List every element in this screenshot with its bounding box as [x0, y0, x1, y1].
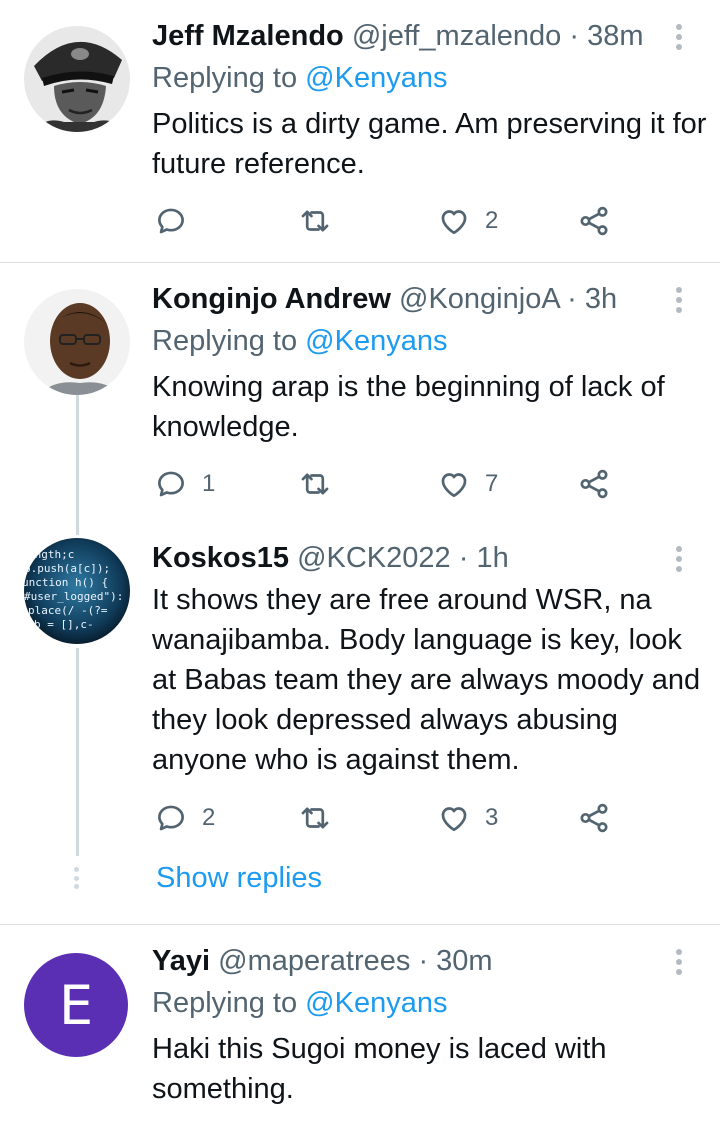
avatar-military-cap-portrait-icon: [24, 26, 130, 132]
share-button[interactable]: [577, 800, 611, 836]
tweet-header: Koskos15 @KCK2022 · 1h: [152, 540, 509, 576]
reply-count: 1: [202, 470, 216, 497]
author-handle[interactable]: @KCK2022: [297, 542, 451, 574]
retweet-icon: [298, 204, 332, 238]
more-icon[interactable]: [671, 947, 687, 977]
tweet-header: Jeff Mzalendo @jeff_mzalendo · 38m: [152, 18, 644, 54]
replying-to-label: Replying to: [152, 62, 306, 94]
reply-icon: [154, 801, 188, 835]
replying-to-mention[interactable]: @Kenyans: [305, 987, 447, 1019]
replying-to: Replying to @Kenyans: [152, 323, 447, 359]
tweet-header: Konginjo Andrew @KonginjoA · 3h: [152, 281, 617, 317]
tweet-actions: 2: [152, 203, 632, 239]
reply-icon: [154, 204, 188, 238]
share-icon: [577, 467, 611, 501]
like-icon: [437, 801, 471, 835]
share-icon: [577, 801, 611, 835]
like-button[interactable]: 7: [437, 466, 498, 502]
tweet[interactable]: ength;c b.push(a[c]); unction h() { #use…: [0, 526, 720, 924]
separator-dot: ·: [458, 542, 469, 574]
svg-text:ength;c: ength;c: [28, 548, 74, 561]
retweet-button[interactable]: [298, 466, 346, 502]
tweet[interactable]: Jeff Mzalendo @jeff_mzalendo · 38m Reply…: [0, 0, 720, 262]
timestamp[interactable]: 3h: [585, 283, 617, 315]
avatar[interactable]: E: [24, 953, 128, 1057]
svg-text:unction h() {: unction h() {: [24, 576, 108, 589]
reply-button[interactable]: 1: [154, 466, 215, 502]
tweet-text: Haki this Sugoi money is laced with some…: [152, 1033, 607, 1105]
like-count: 7: [485, 470, 499, 497]
like-button[interactable]: 2: [437, 203, 498, 239]
author-name[interactable]: Konginjo Andrew: [152, 283, 391, 315]
tweet[interactable]: E Yayi @maperatrees · 30m Replying to @K…: [0, 925, 720, 1130]
replying-to-mention[interactable]: @Kenyans: [305, 62, 447, 94]
avatar[interactable]: [24, 289, 130, 395]
more-icon[interactable]: [671, 22, 687, 52]
separator-dot: ·: [569, 20, 580, 52]
show-replies-link[interactable]: Show replies: [156, 860, 322, 896]
timestamp[interactable]: 38m: [587, 20, 643, 52]
share-button[interactable]: [577, 466, 611, 502]
avatar[interactable]: [24, 26, 130, 132]
more-icon[interactable]: [671, 544, 687, 574]
more-icon[interactable]: [671, 285, 687, 315]
svg-text:place(/ -(?=: place(/ -(?=: [28, 604, 108, 617]
avatar-letter: E: [58, 973, 94, 1037]
separator-dot: ·: [567, 283, 577, 315]
like-icon: [437, 467, 471, 501]
thread-connector-line: [76, 648, 79, 856]
replying-to-label: Replying to: [152, 325, 306, 357]
svg-text:b = [],c-: b = [],c-: [34, 618, 94, 631]
avatar-portrait-icon: [24, 289, 130, 395]
author-name[interactable]: Koskos15: [152, 542, 289, 574]
reply-button[interactable]: 2: [154, 800, 215, 836]
retweet-icon: [298, 467, 332, 501]
replying-to: Replying to @Kenyans: [152, 60, 447, 96]
author-handle[interactable]: @KonginjoA: [399, 283, 559, 315]
author-name[interactable]: Yayi: [152, 945, 210, 977]
like-count: 2: [485, 207, 499, 234]
like-icon: [437, 204, 471, 238]
replying-to-mention[interactable]: @Kenyans: [305, 325, 447, 357]
avatar[interactable]: ength;c b.push(a[c]); unction h() { #use…: [24, 538, 130, 644]
retweet-icon: [298, 801, 332, 835]
share-button[interactable]: [577, 203, 611, 239]
tweet-actions: 1 7: [152, 466, 632, 502]
author-name[interactable]: Jeff Mzalendo: [152, 20, 344, 52]
replying-to-label: Replying to: [152, 987, 306, 1019]
tweet-actions: 2 3: [152, 800, 632, 836]
author-handle[interactable]: @jeff_mzalendo: [352, 20, 561, 52]
reply-icon: [154, 467, 188, 501]
reply-count: 2: [202, 804, 216, 831]
author-handle[interactable]: @maperatrees: [218, 945, 410, 977]
like-button[interactable]: 3: [437, 800, 498, 836]
replying-to: Replying to @Kenyans: [152, 985, 447, 1021]
thread-more-dots: [74, 867, 80, 889]
retweet-button[interactable]: [298, 800, 346, 836]
svg-text:#user_logged"):: #user_logged"):: [24, 590, 123, 603]
tweet[interactable]: Konginjo Andrew @KonginjoA · 3h Replying…: [0, 263, 720, 525]
tweet-text: Politics is a dirty game. Am preserving …: [152, 108, 707, 180]
avatar-code-globe-icon: ength;c b.push(a[c]); unction h() { #use…: [24, 538, 130, 644]
tweet-text: Knowing arap is the beginning of lack of…: [152, 371, 665, 443]
timestamp[interactable]: 30m: [436, 945, 492, 977]
thread-connector-line: [76, 395, 79, 535]
like-count: 3: [485, 804, 499, 831]
tweet-text: It shows they are free around WSR, na wa…: [152, 584, 701, 776]
reply-button[interactable]: [154, 203, 202, 239]
svg-text:b.push(a[c]);: b.push(a[c]);: [24, 562, 110, 575]
retweet-button[interactable]: [298, 203, 346, 239]
tweet-header: Yayi @maperatrees · 30m: [152, 943, 493, 979]
share-icon: [577, 204, 611, 238]
separator-dot: ·: [418, 945, 429, 977]
timestamp[interactable]: 1h: [476, 542, 508, 574]
